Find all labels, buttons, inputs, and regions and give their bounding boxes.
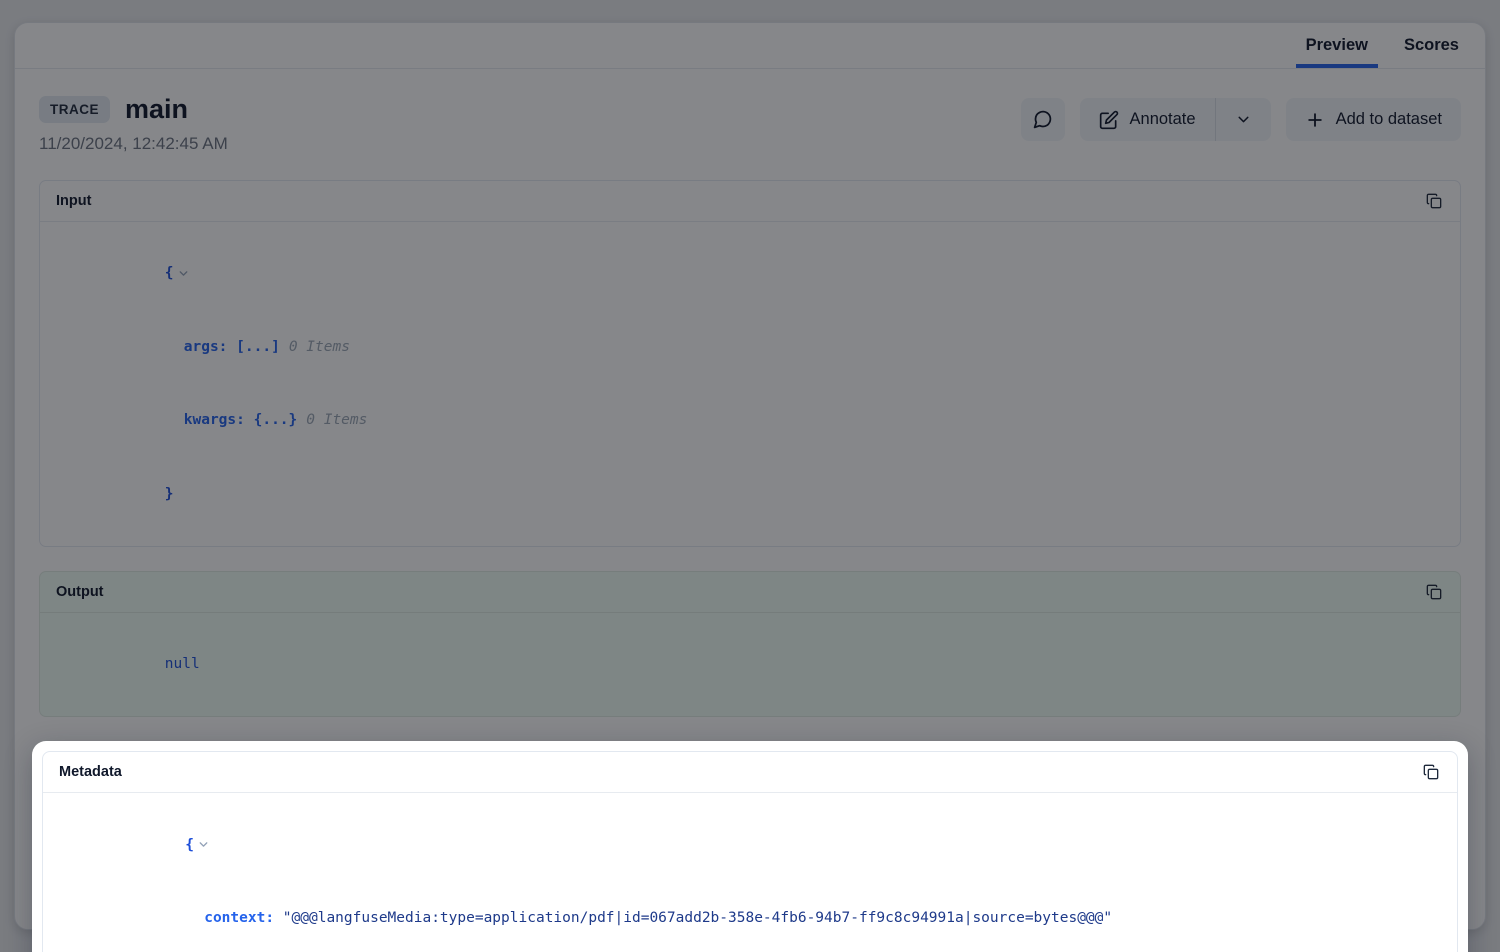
json-key: kwargs: [184,412,245,428]
json-close-brace: } [165,486,174,502]
output-json-viewer: null [40,613,1460,717]
trace-content: TRACE main 11/20/2024, 12:42:45 AM Annot… [15,69,1485,952]
json-key: args: [184,339,228,355]
page-title: main [125,95,188,125]
input-panel-header: Input [40,181,1460,222]
copy-input-button[interactable] [1424,191,1444,211]
add-to-dataset-label: Add to dataset [1336,110,1442,129]
copy-output-button[interactable] [1424,582,1444,602]
annotate-button[interactable]: Annotate [1080,98,1216,141]
add-to-dataset-button[interactable]: Add to dataset [1286,98,1461,141]
output-panel-header: Output [40,572,1460,613]
input-panel: Input { args: [...] 0 Items kwargs: {...}… [39,180,1461,547]
trace-header: TRACE main 11/20/2024, 12:42:45 AM Annot… [39,95,1461,154]
json-null-value: null [165,656,200,672]
page-background: Preview Scores TRACE main 11/20/2024, 12… [0,0,1500,952]
json-key: context: [204,910,274,926]
trace-timestamp: 11/20/2024, 12:42:45 AM [39,134,228,154]
trace-actions: Annotate Add to dataset [1021,95,1461,141]
input-json-viewer: { args: [...] 0 Items kwargs: {...} 0 Item… [40,222,1460,546]
pen-square-icon [1099,110,1119,130]
annotate-label: Annotate [1130,110,1196,129]
output-panel: Output null [39,571,1461,718]
output-panel-title: Output [56,584,104,600]
tab-preview-label: Preview [1306,36,1368,55]
json-string-value: "@@@langfuseMedia:type=application/pdf|i… [283,910,1112,926]
json-item-count: 0 Items [289,339,350,355]
copy-metadata-button[interactable] [1421,762,1441,782]
tab-preview[interactable]: Preview [1296,23,1378,68]
tab-scores-label: Scores [1404,36,1459,55]
collapse-toggle-chevron-down-icon[interactable] [197,838,210,851]
metadata-panel: Metadata { context: "@@@langfuseMedia:ty… [42,751,1458,952]
message-bubble-icon [1032,109,1053,130]
metadata-panel-title: Metadata [59,764,122,780]
collapse-toggle-chevron-down-icon[interactable] [177,267,190,280]
metadata-panel-header: Metadata [43,752,1457,793]
json-open-brace: { [165,265,174,281]
tabbar: Preview Scores [15,23,1485,69]
input-panel-title: Input [56,193,91,209]
annotate-split-button: Annotate [1080,98,1271,141]
trace-detail-card: Preview Scores TRACE main 11/20/2024, 12… [14,22,1486,930]
plus-icon [1305,110,1325,130]
json-collapsed-array: [...] [236,339,280,355]
trace-header-left: TRACE main 11/20/2024, 12:42:45 AM [39,95,228,154]
json-open-brace: { [185,837,194,853]
copy-icon [1423,764,1439,780]
copy-icon [1426,193,1442,209]
json-item-count: 0 Items [306,412,367,428]
comment-button[interactable] [1021,98,1065,141]
copy-icon [1426,584,1442,600]
metadata-spotlight: Metadata { context: "@@@langfuseMedia:ty… [32,741,1468,952]
json-collapsed-object: {...} [254,412,298,428]
chevron-down-icon [1235,111,1252,128]
trace-type-badge: TRACE [39,96,110,123]
metadata-json-viewer: { context: "@@@langfuseMedia:type=applic… [43,793,1457,952]
annotate-dropdown-button[interactable] [1216,98,1271,141]
tab-scores[interactable]: Scores [1394,23,1469,68]
